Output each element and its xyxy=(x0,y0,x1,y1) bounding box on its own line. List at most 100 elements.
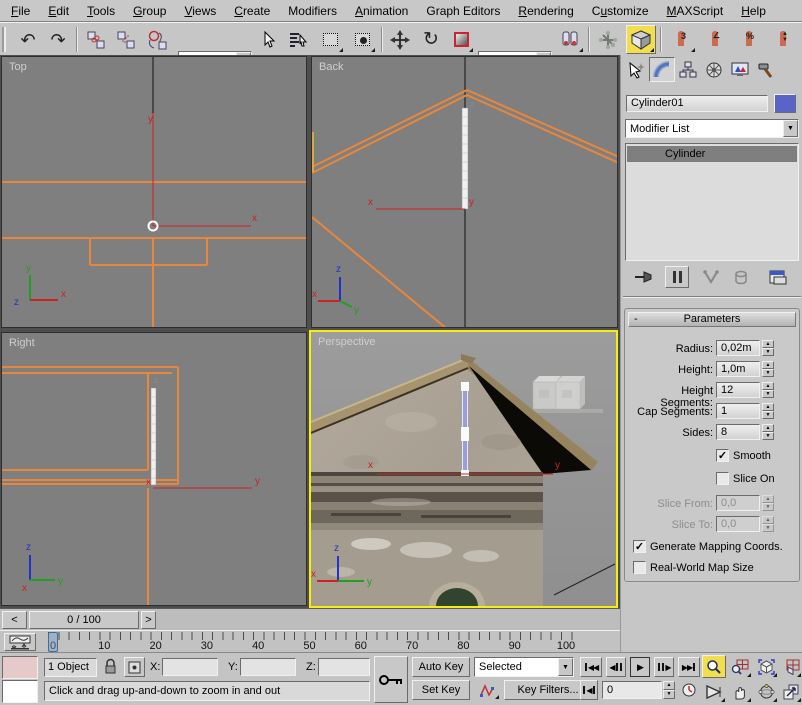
unlink-selection-button[interactable] xyxy=(112,26,140,53)
menu-views[interactable]: Views xyxy=(175,0,225,22)
dropdown-arrow-icon[interactable]: ▼ xyxy=(558,658,573,676)
track-bar[interactable]: 0102030405060708090100 xyxy=(0,630,620,652)
play-button[interactable]: ▶ xyxy=(630,657,650,677)
open-mini-curve-editor-button[interactable] xyxy=(4,633,36,651)
viewport-back-label[interactable]: Back xyxy=(319,61,343,73)
real-world-map-size-checkbox[interactable] xyxy=(633,561,646,574)
x-coord-field[interactable] xyxy=(162,658,218,676)
tab-modify[interactable] xyxy=(649,57,675,82)
viewport-top-label[interactable]: Top xyxy=(9,61,27,73)
tab-utilities[interactable] xyxy=(753,57,779,82)
menu-file[interactable]: File xyxy=(2,0,39,22)
stack-item-cylinder[interactable]: Cylinder xyxy=(627,146,797,162)
sides-field[interactable]: 8 xyxy=(716,424,760,440)
bind-to-space-warp-button[interactable] xyxy=(142,26,172,53)
viewport-perspective[interactable]: Perspective xyxy=(309,330,618,608)
spinner-snap-toggle-button[interactable]: ▲▼ xyxy=(768,26,798,53)
configure-modifier-sets-button[interactable] xyxy=(765,267,791,287)
track-bar-frame-marker[interactable] xyxy=(48,632,58,652)
frame-spinner[interactable]: ▲▼ xyxy=(663,681,675,699)
maxscript-mini-listener-pink[interactable] xyxy=(2,656,38,679)
auto-key-button[interactable]: Auto Key xyxy=(412,657,470,677)
show-end-result-button[interactable] xyxy=(665,266,689,288)
use-pivot-point-center-button[interactable] xyxy=(556,26,584,53)
radius-spinner[interactable]: ▲▼ xyxy=(762,340,774,356)
object-color-swatch[interactable] xyxy=(774,94,796,113)
key-filters-button[interactable]: Key Filters... xyxy=(504,680,592,700)
height-segments-field[interactable]: 12 xyxy=(716,382,760,398)
make-unique-button[interactable] xyxy=(699,267,723,287)
y-coord-field[interactable] xyxy=(240,658,296,676)
select-and-scale-button[interactable] xyxy=(448,26,474,53)
track-ruler[interactable]: 0102030405060708090100 xyxy=(48,632,578,652)
dropdown-arrow-icon[interactable]: ▼ xyxy=(783,120,798,137)
slice-on-checkbox[interactable] xyxy=(716,472,729,485)
window-crossing-button[interactable] xyxy=(348,26,376,53)
viewport-right[interactable]: Right z x y z y x xyxy=(1,332,307,606)
height-field[interactable]: 1,0m xyxy=(716,361,760,377)
current-frame-field[interactable]: 0 xyxy=(602,681,662,699)
pan-view-button[interactable] xyxy=(728,680,752,703)
zoom-extents-all-button[interactable] xyxy=(780,655,802,678)
next-frame-arrow[interactable]: > xyxy=(141,611,156,629)
cap-segments-spinner[interactable]: ▲▼ xyxy=(762,403,774,419)
keyboard-shortcut-override-toggle[interactable] xyxy=(374,656,408,703)
remove-modifier-button[interactable] xyxy=(729,267,753,287)
toolbar-drag-handle[interactable] xyxy=(2,27,6,52)
default-in-out-tangents-button[interactable] xyxy=(474,680,500,700)
select-and-link-button[interactable] xyxy=(82,26,110,53)
height-spinner[interactable]: ▲▼ xyxy=(762,361,774,377)
viewport-perspective-label[interactable]: Perspective xyxy=(318,336,375,348)
menu-modifiers[interactable]: Modifiers xyxy=(279,0,346,22)
height-segments-spinner[interactable]: ▲▼ xyxy=(762,382,774,398)
menu-create[interactable]: Create xyxy=(225,0,279,22)
menu-rendering[interactable]: Rendering xyxy=(509,0,582,22)
select-and-rotate-button[interactable]: ↻ xyxy=(418,26,444,53)
viewport-top[interactable]: Top y x y x z xyxy=(1,56,307,328)
modifier-stack[interactable]: Cylinder xyxy=(625,143,799,261)
menu-tools[interactable]: Tools xyxy=(78,0,124,22)
select-object-button[interactable] xyxy=(258,26,282,53)
snaps-toggle-button[interactable] xyxy=(626,25,656,54)
menu-help[interactable]: Help xyxy=(732,0,775,22)
redo-button[interactable]: ↷ xyxy=(44,26,72,53)
z-coord-field[interactable] xyxy=(318,658,370,676)
menu-customize[interactable]: Customize xyxy=(583,0,658,22)
select-and-move-button[interactable] xyxy=(386,26,414,53)
tab-motion[interactable] xyxy=(701,57,727,82)
rectangular-selection-region-button[interactable] xyxy=(316,26,344,53)
menu-animation[interactable]: Animation xyxy=(346,0,417,22)
sides-spinner[interactable]: ▲▼ xyxy=(762,424,774,440)
menu-edit[interactable]: Edit xyxy=(39,0,78,22)
zoom-button[interactable] xyxy=(702,655,726,678)
next-frame-button[interactable]: ▶ xyxy=(654,657,674,677)
arc-rotate-button[interactable] xyxy=(754,680,778,703)
time-slider-handle[interactable]: 0 / 100 xyxy=(29,611,139,629)
time-configuration-button[interactable] xyxy=(679,680,699,700)
tab-create[interactable] xyxy=(623,57,649,82)
select-and-manipulate-button[interactable] xyxy=(594,26,622,53)
absolute-offset-toggle[interactable] xyxy=(124,657,145,677)
undo-button[interactable]: ↶ xyxy=(14,26,42,53)
generate-mapping-coords-checkbox[interactable]: ✓ xyxy=(633,540,646,553)
tab-hierarchy[interactable] xyxy=(675,57,701,82)
cap-segments-field[interactable]: 1 xyxy=(716,403,760,419)
radius-field[interactable]: 0,02m xyxy=(716,340,760,356)
previous-frame-arrow[interactable]: < xyxy=(2,611,27,629)
menu-graph-editors[interactable]: Graph Editors xyxy=(417,0,509,22)
angle-snap-toggle-button[interactable]: ∠ xyxy=(700,26,730,53)
modifier-list-dropdown[interactable]: Modifier List ▼ xyxy=(625,119,799,138)
tab-display[interactable] xyxy=(727,57,753,82)
parameters-rollout-header[interactable]: - Parameters xyxy=(628,312,796,327)
previous-frame-button[interactable]: ◀ xyxy=(606,657,626,677)
pin-stack-button[interactable] xyxy=(631,267,655,287)
go-to-start-button[interactable]: ◀◀ xyxy=(580,657,602,677)
menu-maxscript[interactable]: MAXScript xyxy=(658,0,733,22)
viewport-back[interactable]: Back z x y z x y xyxy=(311,56,618,328)
selection-set-dropdown[interactable]: Selected ▼ xyxy=(474,657,574,677)
select-by-name-button[interactable] xyxy=(284,26,312,53)
maxscript-mini-listener-white[interactable] xyxy=(2,680,38,703)
snap-toggle-3d-button[interactable]: 3 xyxy=(666,26,696,53)
key-mode-toggle[interactable]: ◀ xyxy=(580,680,598,700)
zoom-all-button[interactable] xyxy=(728,655,752,678)
